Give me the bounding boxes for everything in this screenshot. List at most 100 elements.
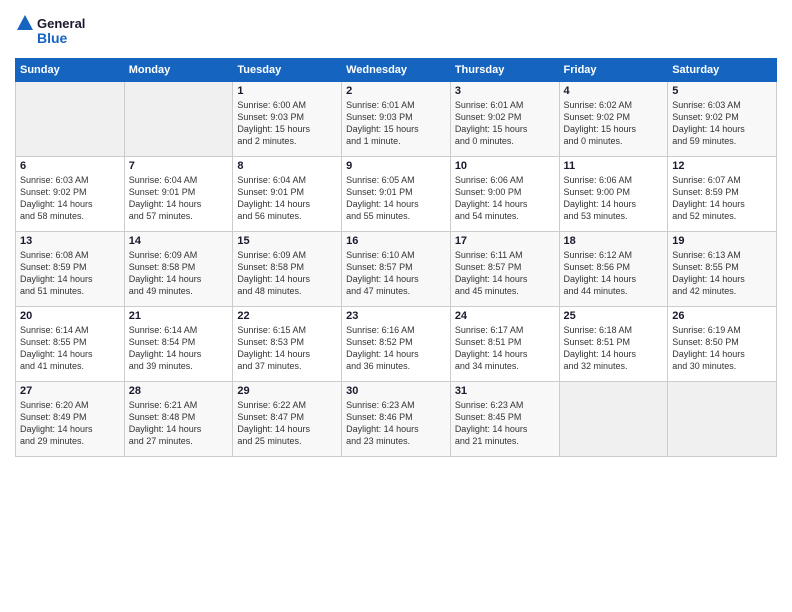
cell-info: Sunrise: 6:03 AM Sunset: 9:02 PM Dayligh… — [20, 174, 120, 223]
header: General Blue — [15, 10, 777, 50]
day-number: 5 — [672, 85, 772, 97]
weekday-header-wednesday: Wednesday — [342, 59, 451, 82]
cell-info: Sunrise: 6:14 AM Sunset: 8:54 PM Dayligh… — [129, 324, 229, 373]
day-number: 1 — [237, 85, 337, 97]
calendar-cell: 1 Sunrise: 6:00 AM Sunset: 9:03 PM Daylig… — [233, 82, 342, 157]
cell-info: Sunrise: 6:03 AM Sunset: 9:02 PM Dayligh… — [672, 99, 772, 148]
cell-info: Sunrise: 6:08 AM Sunset: 8:59 PM Dayligh… — [20, 249, 120, 298]
day-number: 27 — [20, 385, 120, 397]
day-number: 25 — [564, 310, 664, 322]
weekday-header-monday: Monday — [124, 59, 233, 82]
day-number: 6 — [20, 160, 120, 172]
cell-info: Sunrise: 6:04 AM Sunset: 9:01 PM Dayligh… — [237, 174, 337, 223]
calendar-cell: 23Sunrise: 6:16 AM Sunset: 8:52 PM Dayli… — [342, 307, 451, 382]
cell-info: Sunrise: 6:13 AM Sunset: 8:55 PM Dayligh… — [672, 249, 772, 298]
day-number: 23 — [346, 310, 446, 322]
day-number: 2 — [346, 85, 446, 97]
calendar-cell: 14Sunrise: 6:09 AM Sunset: 8:58 PM Dayli… — [124, 232, 233, 307]
calendar-cell: 4 Sunrise: 6:02 AM Sunset: 9:02 PM Daylig… — [559, 82, 668, 157]
calendar-cell: 13 Sunrise: 6:08 AM Sunset: 8:59 PM Dayli… — [16, 232, 125, 307]
logo: General Blue — [15, 10, 95, 50]
calendar-cell: 2 Sunrise: 6:01 AM Sunset: 9:03 PM Daylig… — [342, 82, 451, 157]
calendar-cell: 18 Sunrise: 6:12 AM Sunset: 8:56 PM Dayli… — [559, 232, 668, 307]
calendar-cell: 29 Sunrise: 6:22 AM Sunset: 8:47 PM Dayli… — [233, 382, 342, 457]
cell-info: Sunrise: 6:11 AM Sunset: 8:57 PM Dayligh… — [455, 249, 555, 298]
cell-info: Sunrise: 6:23 AM Sunset: 8:46 PM Dayligh… — [346, 399, 446, 448]
day-number: 18 — [564, 235, 664, 247]
cell-info: Sunrise: 6:01 AM Sunset: 9:03 PM Dayligh… — [346, 99, 446, 148]
day-number: 26 — [672, 310, 772, 322]
cell-info: Sunrise: 6:12 AM Sunset: 8:56 PM Dayligh… — [564, 249, 664, 298]
calendar-cell: 10 Sunrise: 6:06 AM Sunset: 9:00 PM Dayli… — [450, 157, 559, 232]
calendar-cell: 24Sunrise: 6:17 AM Sunset: 8:51 PM Dayli… — [450, 307, 559, 382]
calendar-table: SundayMondayTuesdayWednesdayThursdayFrid… — [15, 58, 777, 457]
calendar-cell: 7 Sunrise: 6:04 AM Sunset: 9:01 PM Daylig… — [124, 157, 233, 232]
weekday-header-sunday: Sunday — [16, 59, 125, 82]
cell-info: Sunrise: 6:10 AM Sunset: 8:57 PM Dayligh… — [346, 249, 446, 298]
cell-info: Sunrise: 6:00 AM Sunset: 9:03 PM Dayligh… — [237, 99, 337, 148]
weekday-header-saturday: Saturday — [668, 59, 777, 82]
calendar-cell: 12Sunrise: 6:07 AM Sunset: 8:59 PM Dayli… — [668, 157, 777, 232]
day-number: 14 — [129, 235, 229, 247]
week-row-1: 1 Sunrise: 6:00 AM Sunset: 9:03 PM Daylig… — [16, 82, 777, 157]
svg-text:General: General — [37, 16, 85, 31]
calendar-cell: 16 Sunrise: 6:10 AM Sunset: 8:57 PM Dayli… — [342, 232, 451, 307]
week-row-2: 6 Sunrise: 6:03 AM Sunset: 9:02 PM Daylig… — [16, 157, 777, 232]
cell-info: Sunrise: 6:05 AM Sunset: 9:01 PM Dayligh… — [346, 174, 446, 223]
cell-info: Sunrise: 6:15 AM Sunset: 8:53 PM Dayligh… — [237, 324, 337, 373]
day-number: 19 — [672, 235, 772, 247]
calendar-page: General Blue SundayMondayTuesdayWednesda… — [0, 0, 792, 612]
svg-text:Blue: Blue — [37, 30, 68, 46]
calendar-cell: 21 Sunrise: 6:14 AM Sunset: 8:54 PM Dayli… — [124, 307, 233, 382]
day-number: 31 — [455, 385, 555, 397]
cell-info: Sunrise: 6:18 AM Sunset: 8:51 PM Dayligh… — [564, 324, 664, 373]
day-number: 13 — [20, 235, 120, 247]
weekday-header-row: SundayMondayTuesdayWednesdayThursdayFrid… — [16, 59, 777, 82]
calendar-cell: 9 Sunrise: 6:05 AM Sunset: 9:01 PM Daylig… — [342, 157, 451, 232]
calendar-cell: 5 Sunrise: 6:03 AM Sunset: 9:02 PM Daylig… — [668, 82, 777, 157]
day-number: 9 — [346, 160, 446, 172]
week-row-4: 20 Sunrise: 6:14 AM Sunset: 8:55 PM Dayli… — [16, 307, 777, 382]
cell-info: Sunrise: 6:04 AM Sunset: 9:01 PM Dayligh… — [129, 174, 229, 223]
weekday-header-friday: Friday — [559, 59, 668, 82]
day-number: 12 — [672, 160, 772, 172]
day-number: 11 — [564, 160, 664, 172]
week-row-5: 27 Sunrise: 6:20 AM Sunset: 8:49 PM Dayli… — [16, 382, 777, 457]
cell-info: Sunrise: 6:09 AM Sunset: 8:58 PM Dayligh… — [237, 249, 337, 298]
cell-info: Sunrise: 6:21 AM Sunset: 8:48 PM Dayligh… — [129, 399, 229, 448]
calendar-cell: 28 Sunrise: 6:21 AM Sunset: 8:48 PM Dayli… — [124, 382, 233, 457]
cell-info: Sunrise: 6:06 AM Sunset: 9:00 PM Dayligh… — [455, 174, 555, 223]
calendar-cell: 15 Sunrise: 6:09 AM Sunset: 8:58 PM Dayli… — [233, 232, 342, 307]
calendar-cell: 8 Sunrise: 6:04 AM Sunset: 9:01 PM Daylig… — [233, 157, 342, 232]
day-number: 3 — [455, 85, 555, 97]
day-number: 4 — [564, 85, 664, 97]
cell-info: Sunrise: 6:06 AM Sunset: 9:00 PM Dayligh… — [564, 174, 664, 223]
day-number: 15 — [237, 235, 337, 247]
cell-info: Sunrise: 6:02 AM Sunset: 9:02 PM Dayligh… — [564, 99, 664, 148]
day-number: 22 — [237, 310, 337, 322]
calendar-cell: 26Sunrise: 6:19 AM Sunset: 8:50 PM Dayli… — [668, 307, 777, 382]
cell-info: Sunrise: 6:01 AM Sunset: 9:02 PM Dayligh… — [455, 99, 555, 148]
calendar-cell: 17 Sunrise: 6:11 AM Sunset: 8:57 PM Dayli… — [450, 232, 559, 307]
cell-info: Sunrise: 6:22 AM Sunset: 8:47 PM Dayligh… — [237, 399, 337, 448]
day-number: 28 — [129, 385, 229, 397]
cell-info: Sunrise: 6:14 AM Sunset: 8:55 PM Dayligh… — [20, 324, 120, 373]
calendar-cell: 27 Sunrise: 6:20 AM Sunset: 8:49 PM Dayli… — [16, 382, 125, 457]
week-row-3: 13 Sunrise: 6:08 AM Sunset: 8:59 PM Dayli… — [16, 232, 777, 307]
calendar-cell: 31Sunrise: 6:23 AM Sunset: 8:45 PM Dayli… — [450, 382, 559, 457]
cell-info: Sunrise: 6:20 AM Sunset: 8:49 PM Dayligh… — [20, 399, 120, 448]
day-number: 29 — [237, 385, 337, 397]
day-number: 16 — [346, 235, 446, 247]
calendar-cell: 22 Sunrise: 6:15 AM Sunset: 8:53 PM Dayli… — [233, 307, 342, 382]
day-number: 10 — [455, 160, 555, 172]
day-number: 20 — [20, 310, 120, 322]
day-number: 7 — [129, 160, 229, 172]
day-number: 21 — [129, 310, 229, 322]
weekday-header-thursday: Thursday — [450, 59, 559, 82]
calendar-cell: 19 Sunrise: 6:13 AM Sunset: 8:55 PM Dayli… — [668, 232, 777, 307]
calendar-cell — [559, 382, 668, 457]
day-number: 17 — [455, 235, 555, 247]
logo-svg: General Blue — [15, 10, 95, 50]
calendar-cell — [668, 382, 777, 457]
day-number: 8 — [237, 160, 337, 172]
